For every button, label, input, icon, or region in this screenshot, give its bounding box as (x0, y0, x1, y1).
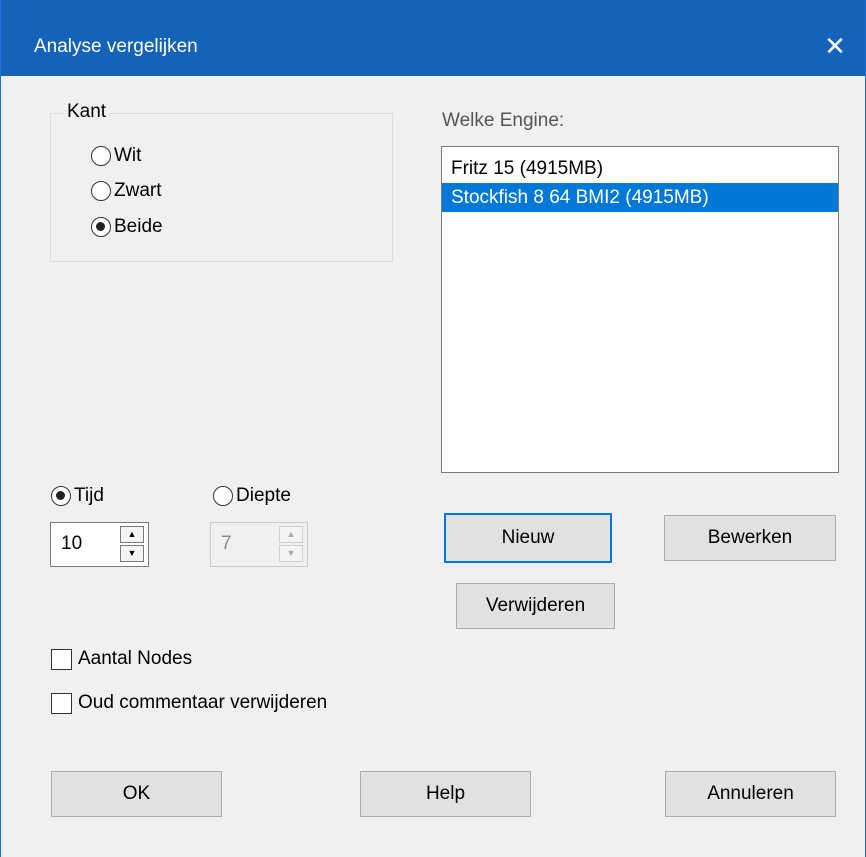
bewerken-button[interactable]: Bewerken (664, 515, 836, 561)
radio-zwart[interactable]: Zwart (91, 180, 162, 202)
aantal-nodes-box[interactable] (51, 648, 72, 670)
ok-button[interactable]: OK (51, 771, 222, 817)
engine-listbox[interactable]: Fritz 15 (4915MB) Stockfish 8 64 BMI2 (4… (441, 146, 839, 473)
aantal-nodes-checkbox[interactable]: Aantal Nodes (51, 648, 192, 670)
tijd-spinner[interactable]: 10 ▲ ▼ (50, 522, 149, 567)
nieuw-button[interactable]: Nieuw (444, 513, 612, 563)
engine-item-stockfish[interactable]: Stockfish 8 64 BMI2 (4915MB) (442, 183, 838, 212)
oud-commentaar-label: Oud commentaar verwijderen (78, 692, 328, 713)
annuleren-button[interactable]: Annuleren (665, 771, 836, 817)
tijd-spin-arrows: ▲ ▼ (120, 526, 146, 563)
radio-diepte-circle[interactable] (213, 486, 233, 506)
radio-beide[interactable]: Beide (91, 216, 163, 238)
engine-item-fritz[interactable]: Fritz 15 (4915MB) (442, 154, 838, 183)
kant-legend: Kant (63, 101, 111, 123)
engine-label: Welke Engine: (442, 110, 565, 131)
dialog-title: Analyse vergelijken (34, 36, 198, 57)
diepte-down-arrow-icon: ▼ (279, 545, 303, 562)
radio-wit-label: Wit (114, 145, 142, 166)
radio-tijd-label: Tijd (74, 485, 104, 506)
radio-zwart-label: Zwart (114, 180, 162, 201)
radio-wit-circle[interactable] (91, 146, 111, 166)
radio-beide-circle[interactable] (91, 217, 111, 237)
diepte-spin-arrows: ▲ ▼ (279, 526, 305, 563)
radio-diepte-label: Diepte (236, 485, 291, 506)
radio-wit[interactable]: Wit (91, 145, 141, 167)
diepte-up-arrow-icon: ▲ (279, 526, 303, 543)
verwijderen-button[interactable]: Verwijderen (456, 583, 615, 629)
diepte-value: 7 (221, 533, 232, 554)
diepte-spinner: 7 ▲ ▼ (210, 522, 308, 567)
radio-beide-label: Beide (114, 216, 163, 237)
help-button[interactable]: Help (360, 771, 531, 817)
radio-tijd-circle[interactable] (51, 486, 71, 506)
radio-diepte[interactable]: Diepte (213, 485, 291, 507)
close-icon[interactable]: ✕ (815, 26, 855, 66)
radio-tijd[interactable]: Tijd (51, 485, 104, 507)
aantal-nodes-label: Aantal Nodes (78, 648, 193, 669)
dialog-window: Analyse vergelijken ✕ Kant Wit Zwart Bei… (0, 0, 866, 857)
tijd-down-arrow-icon[interactable]: ▼ (120, 545, 144, 562)
title-bar[interactable]: Analyse vergelijken ✕ (1, 0, 865, 76)
tijd-up-arrow-icon[interactable]: ▲ (120, 526, 144, 543)
radio-zwart-circle[interactable] (91, 181, 111, 201)
oud-commentaar-box[interactable] (51, 692, 72, 714)
oud-commentaar-checkbox[interactable]: Oud commentaar verwijderen (51, 692, 327, 714)
tijd-value[interactable]: 10 (61, 533, 82, 555)
